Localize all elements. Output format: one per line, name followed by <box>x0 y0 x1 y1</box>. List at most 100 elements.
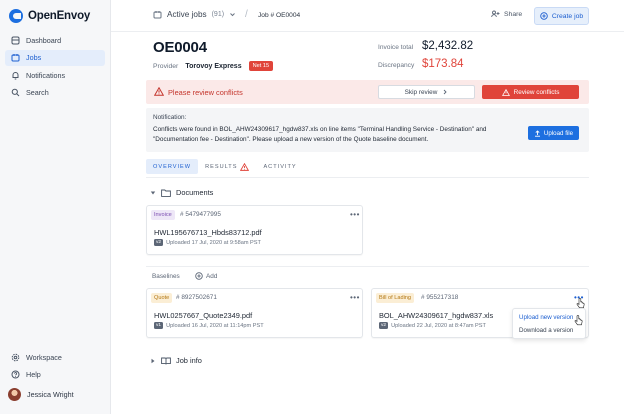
conflict-message: Please review conflicts <box>168 88 243 97</box>
baselines-label: Baselines <box>152 273 180 280</box>
calendar-icon <box>153 11 162 19</box>
tab-bar: OVERVIEW RESULTS ACTIVITY <box>146 159 304 175</box>
add-label: Add <box>206 272 218 280</box>
tab-overview[interactable]: OVERVIEW <box>146 159 199 174</box>
sidebar-item-label: Notifications <box>26 70 66 80</box>
sidebar-item-label: Search <box>26 88 49 97</box>
page-title: OE0004 <box>153 39 207 56</box>
document-card-quote[interactable]: Quote # 8927502671 ••• HWL0257667_Quote2… <box>146 288 363 338</box>
baselines-divider <box>146 266 589 267</box>
sidebar-item-jobs[interactable]: Jobs <box>5 49 105 66</box>
app-name: OpenEnvoy <box>28 10 91 22</box>
create-job-label: Create job <box>551 12 584 20</box>
sidebar-item-label: Jobs <box>26 53 42 62</box>
create-job-button[interactable]: Create job <box>534 7 589 25</box>
sidebar-bottom-nav: Workspace Help <box>5 349 105 384</box>
breadcrumb-job: Job # OE0004 <box>258 12 301 19</box>
doc-type-badge: Bill of Lading <box>376 293 415 303</box>
job-info-title: Job info <box>176 356 202 365</box>
doc-type-badge: Invoice <box>151 210 175 220</box>
review-conflicts-label: Review conflicts <box>513 88 560 96</box>
topbar: Active jobs (91) / Job # OE0004 Share Cr… <box>111 0 624 32</box>
caret-down-icon <box>150 191 156 194</box>
doc-uploaded: Uploaded 17 Jul, 2020 at 9:58am PST <box>166 239 261 246</box>
book-icon <box>161 357 171 364</box>
upload-file-button[interactable]: Upload file <box>528 126 579 140</box>
share-button[interactable]: Share <box>491 10 522 18</box>
chevron-right-icon <box>444 89 447 95</box>
provider-name[interactable]: Torovoy Express <box>185 63 241 70</box>
discrepancy-label: Discrepancy <box>378 62 415 69</box>
tab-divider <box>146 177 589 178</box>
sidebar-item-search[interactable]: Search <box>5 85 105 101</box>
doc-uploaded: Uploaded 22 Jul, 2020 at 8:47am PST <box>391 322 486 329</box>
provider-label: Provider <box>153 62 179 70</box>
provider-row: Provider Torovoy Express Net 15 <box>153 61 274 71</box>
doc-meta: v2 Uploaded 22 Jul, 2020 at 8:47am PST <box>379 322 486 329</box>
folder-icon <box>161 189 171 197</box>
doc-meta: v1 Uploaded 16 Jul, 2020 at 11:14pm PST <box>154 322 264 329</box>
gear-icon <box>11 353 20 362</box>
conflict-banner: Please review conflicts Skip review Revi… <box>146 80 589 104</box>
notification-box: Notification: Conflicts were found in BO… <box>146 108 589 152</box>
more-options-icon[interactable]: ••• <box>350 293 360 302</box>
jobs-icon <box>11 53 20 62</box>
pointer-cursor-icon <box>574 315 583 326</box>
upload-file-label: Upload file <box>543 129 574 137</box>
upload-icon <box>534 129 540 137</box>
app-logo[interactable]: OpenEnvoy <box>9 9 90 23</box>
sidebar-nav: Dashboard Jobs Notifications Search <box>5 32 105 102</box>
notification-body: Conflicts were found in BOL_AHW24309617_… <box>153 125 508 144</box>
doc-type-badge: Quote <box>151 293 173 303</box>
bell-icon <box>11 71 20 80</box>
tab-results[interactable]: RESULTS <box>198 159 256 174</box>
doc-uploaded: Uploaded 16 Jul, 2020 at 11:14pm PST <box>166 322 264 329</box>
share-label: Share <box>504 10 523 18</box>
skip-review-button[interactable]: Skip review <box>378 85 475 99</box>
plus-circle-icon <box>195 272 203 280</box>
tab-activity[interactable]: ACTIVITY <box>256 159 303 174</box>
warning-triangle-icon <box>240 162 250 171</box>
tab-label: OVERVIEW <box>153 163 192 170</box>
active-jobs-count: (91) <box>211 11 225 18</box>
job-info-section-header[interactable]: Job info <box>150 356 202 365</box>
document-card-invoice[interactable]: Invoice # 5479477995 ••• HWL195676713_Hb… <box>146 205 363 255</box>
doc-meta: v2 Uploaded 17 Jul, 2020 at 9:58am PST <box>154 239 261 246</box>
menu-item-download-version[interactable]: Download a version <box>519 327 573 334</box>
doc-number: # 8927502671 <box>176 294 217 301</box>
dashboard-icon <box>11 36 20 45</box>
caret-right-icon <box>151 358 155 363</box>
plus-circle-icon <box>540 12 548 20</box>
doc-filename[interactable]: HWL0257667_Quote2349.pdf <box>154 311 252 320</box>
more-options-icon[interactable]: ••• <box>350 210 360 219</box>
sidebar-item-workspace[interactable]: Workspace <box>5 349 105 365</box>
help-icon <box>11 370 20 379</box>
doc-number: # 955217318 <box>421 294 459 301</box>
user-name: Jessica Wright <box>27 390 74 399</box>
invoice-total-value: $2,432.82 <box>422 40 474 52</box>
sidebar-item-help[interactable]: Help <box>5 367 105 383</box>
menu-item-upload-new-version[interactable]: Upload new version <box>519 314 573 321</box>
sidebar-item-notifications[interactable]: Notifications <box>5 67 105 83</box>
discrepancy-value: $173.84 <box>422 58 464 70</box>
user-profile[interactable]: Jessica Wright <box>8 388 74 401</box>
openenvoy-logo-icon <box>9 9 23 23</box>
invoice-total-label: Invoice total <box>378 44 414 51</box>
search-icon <box>11 88 20 97</box>
documents-title: Documents <box>176 188 214 197</box>
review-conflicts-button[interactable]: Review conflicts <box>482 85 579 99</box>
avatar <box>8 388 21 401</box>
skip-review-label: Skip review <box>404 88 438 96</box>
version-badge: v1 <box>154 322 164 329</box>
tab-label: ACTIVITY <box>263 163 297 170</box>
doc-filename[interactable]: HWL195676713_Hbds83712.pdf <box>154 228 262 237</box>
active-jobs-dropdown[interactable]: Active jobs (91) <box>153 10 236 19</box>
add-baseline-button[interactable]: Add <box>195 272 217 280</box>
sidebar-item-dashboard[interactable]: Dashboard <box>5 32 105 48</box>
documents-section-header[interactable]: Documents <box>150 188 213 197</box>
doc-filename[interactable]: BOL_AHW24309617_hgdw837.xls <box>379 311 493 320</box>
sidebar: OpenEnvoy Dashboard Jobs Notifications S… <box>0 0 111 414</box>
warning-triangle-icon <box>501 88 510 96</box>
notification-line: "Documentation fee - Destination". Pleas… <box>153 135 429 143</box>
doc-number: # 5479477995 <box>180 211 221 218</box>
